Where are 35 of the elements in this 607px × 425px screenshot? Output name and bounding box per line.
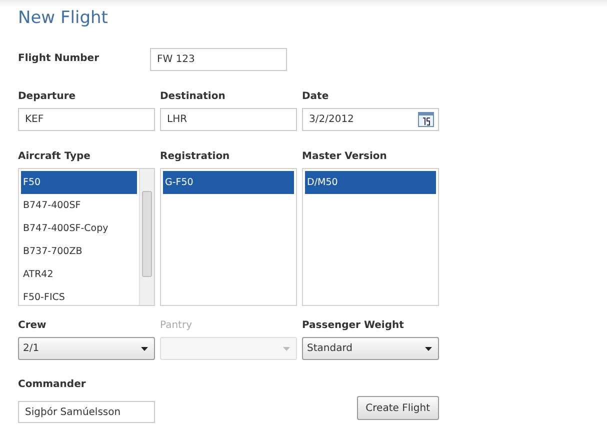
field-label: Crew: [18, 320, 48, 333]
list-box[interactable]: G-F50: [160, 168, 297, 306]
input-field[interactable]: FW 123: [150, 48, 287, 71]
input-field[interactable]: LHR: [160, 108, 297, 131]
dropdown[interactable]: 2/1: [18, 337, 155, 360]
dropdown-caret-icon[interactable]: [141, 346, 148, 350]
list-label: Aircraft Type: [18, 151, 92, 164]
list-item[interactable]: B747-400SF-Copy: [21, 217, 137, 240]
dropdown-caret-icon[interactable]: [425, 346, 432, 350]
input-field[interactable]: KEF: [18, 108, 155, 131]
list-label: Registration: [160, 151, 231, 164]
field-label: Date: [302, 91, 330, 104]
field-label: Flight Number: [18, 52, 100, 66]
list-item[interactable]: D/M50: [305, 171, 436, 194]
field-label: Pantry: [160, 320, 193, 333]
list-item[interactable]: F50: [21, 171, 137, 194]
field-label: Destination: [160, 91, 226, 104]
list-item[interactable]: ATR42: [21, 263, 137, 286]
scrollbar[interactable]: [139, 169, 154, 305]
field-label: Commander: [18, 379, 87, 392]
list-item[interactable]: G-F50: [163, 171, 294, 194]
list-item[interactable]: B737-700ZB: [21, 240, 137, 263]
list-item[interactable]: F50-FICS: [21, 286, 137, 305]
input-field[interactable]: Sigþór Samúelsson: [18, 401, 155, 423]
form-title: New Flight: [18, 8, 109, 28]
create-flight-button[interactable]: Create Flight: [356, 396, 439, 420]
list-box[interactable]: D/M50: [302, 168, 439, 306]
dropdown[interactable]: Standard: [302, 337, 439, 360]
list-label: Master Version: [302, 151, 388, 164]
list-box[interactable]: F50 B747-400SF B747-400SF-Copy B737-700ZB ATR42 F50-FICS: [18, 168, 155, 306]
list-item[interactable]: B747-400SF: [21, 194, 137, 217]
calendar-icon[interactable]: [418, 112, 434, 127]
field-label: Passenger Weight: [302, 320, 405, 333]
field-label: Departure: [18, 91, 77, 104]
date-field[interactable]: 3/2/2012: [302, 108, 439, 131]
